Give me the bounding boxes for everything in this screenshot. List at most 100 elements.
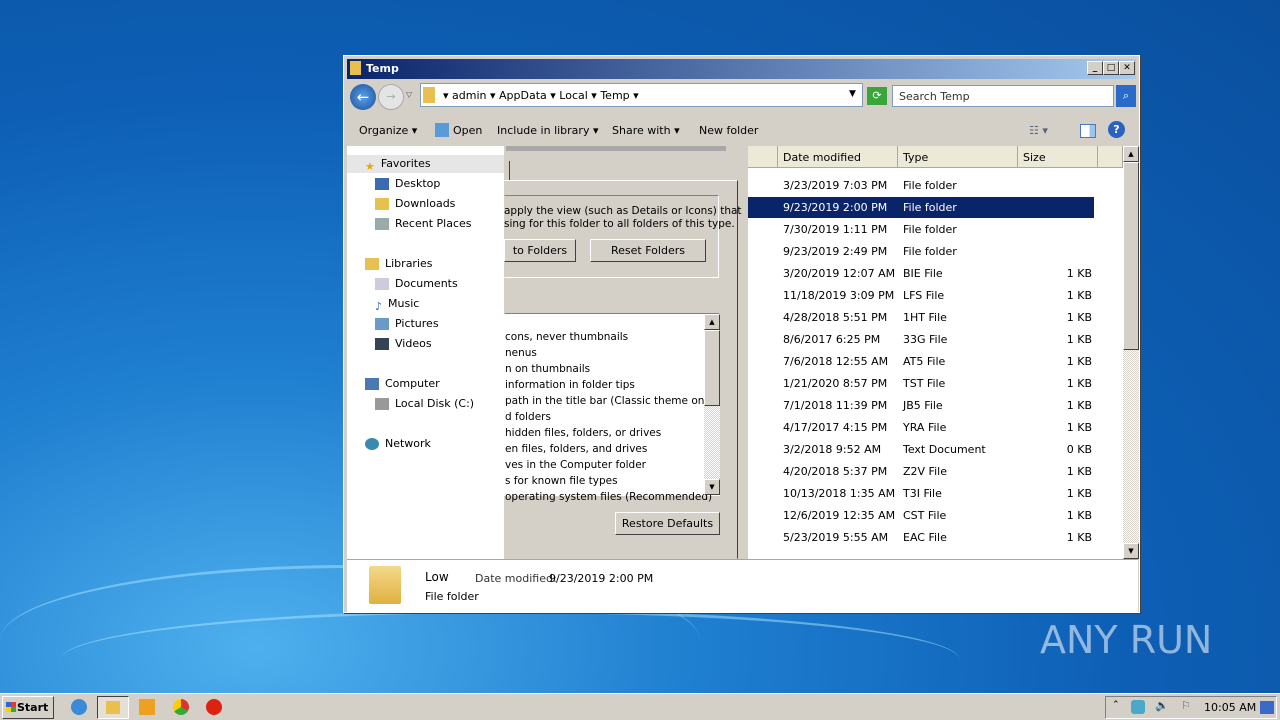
reset-folders-button[interactable]: Reset Folders bbox=[590, 239, 706, 262]
media-player-icon[interactable] bbox=[139, 699, 155, 715]
scroll-up-button[interactable]: ▲ bbox=[704, 314, 720, 330]
advanced-setting-item[interactable]: hidden files, folders, or drives bbox=[505, 427, 661, 439]
folder-views-description: sing for this folder to all folders of t… bbox=[504, 218, 735, 230]
recent-pages-dropdown[interactable]: ▽ bbox=[406, 90, 412, 99]
minimize-button[interactable]: _ bbox=[1087, 61, 1103, 75]
organize-menu[interactable]: Organize ▾ bbox=[359, 124, 417, 137]
opera-icon[interactable] bbox=[206, 699, 222, 715]
file-row[interactable]: 3/2/2018 9:52 AM Text Document 0 KB bbox=[748, 439, 1094, 460]
search-input[interactable]: Search Temp bbox=[892, 85, 1114, 107]
breadcrumb-temp[interactable]: Temp bbox=[600, 89, 629, 102]
advanced-setting-item[interactable]: s for known file types bbox=[505, 475, 618, 487]
advanced-setting-item[interactable]: nenus bbox=[505, 347, 537, 359]
explorer-taskbar-button[interactable] bbox=[97, 696, 129, 719]
file-list-scrollbar[interactable]: ▲ ▼ bbox=[1123, 146, 1139, 559]
chrome-icon[interactable] bbox=[173, 699, 189, 715]
address-bar[interactable]: ▾ admin ▾ AppData ▾ Local ▾ Temp ▾ ▼ bbox=[420, 83, 863, 107]
search-icon[interactable]: ⌕ bbox=[1116, 85, 1136, 107]
close-button[interactable]: ✕ bbox=[1119, 61, 1135, 75]
file-row[interactable]: 3/20/2019 12:07 AM BIE File 1 KB bbox=[748, 263, 1094, 284]
advanced-setting-item[interactable]: n on thumbnails bbox=[505, 363, 590, 375]
advanced-setting-item[interactable]: cons, never thumbnails bbox=[505, 331, 628, 343]
nav-network[interactable]: Network bbox=[365, 435, 431, 453]
scroll-down-button[interactable]: ▼ bbox=[704, 479, 720, 495]
preview-pane-icon[interactable] bbox=[1080, 124, 1096, 138]
new-folder-button[interactable]: New folder bbox=[699, 124, 758, 137]
views-icon[interactable]: ☷ ▾ bbox=[1029, 124, 1048, 137]
advanced-setting-item[interactable]: d folders bbox=[505, 411, 551, 423]
breadcrumb-appdata[interactable]: AppData bbox=[499, 89, 547, 102]
forward-button[interactable]: → bbox=[378, 84, 404, 110]
show-desktop-icon[interactable] bbox=[1260, 701, 1274, 714]
file-row[interactable]: 9/23/2019 2:49 PM File folder bbox=[748, 241, 1094, 262]
system-tray: ⌃ 🔈 ⚐ 10:05 AM bbox=[1105, 696, 1277, 719]
file-size: 0 KB bbox=[1066, 443, 1092, 456]
advanced-setting-item[interactable]: operating system files (Recommended) bbox=[505, 491, 712, 503]
file-row[interactable]: 4/20/2018 5:37 PM Z2V File 1 KB bbox=[748, 461, 1094, 482]
settings-scrollbar[interactable]: ▲ ▼ bbox=[704, 314, 720, 495]
share-with-menu[interactable]: Share with ▾ bbox=[612, 124, 680, 137]
folder-icon bbox=[423, 87, 435, 103]
scroll-down-button[interactable]: ▼ bbox=[1123, 543, 1139, 559]
file-row[interactable]: 12/6/2019 12:35 AM CST File 1 KB bbox=[748, 505, 1094, 526]
help-icon[interactable]: ? bbox=[1108, 121, 1125, 138]
nav-favorites[interactable]: ★ Favorites bbox=[347, 155, 504, 173]
advanced-setting-item[interactable]: ves in the Computer folder bbox=[505, 459, 646, 471]
column-header-date-modified[interactable]: Date modified bbox=[778, 146, 898, 168]
scroll-up-button[interactable]: ▲ bbox=[1123, 146, 1139, 162]
restore-defaults-button[interactable]: Restore Defaults bbox=[615, 512, 720, 535]
file-row[interactable]: 7/6/2018 12:55 AM AT5 File 1 KB bbox=[748, 351, 1094, 372]
nav-music[interactable]: ♪ Music bbox=[375, 295, 419, 313]
column-header-name[interactable] bbox=[748, 146, 778, 168]
nav-downloads[interactable]: Downloads bbox=[375, 195, 455, 213]
open-button[interactable]: Open bbox=[453, 124, 482, 137]
nav-local-disk[interactable]: Local Disk (C:) bbox=[375, 395, 474, 413]
scroll-thumb[interactable] bbox=[1123, 162, 1139, 350]
nav-desktop[interactable]: Desktop bbox=[375, 175, 440, 193]
file-list: Date modified Type Size 3/23/2019 7:03 P… bbox=[748, 146, 1123, 559]
show-hidden-icons[interactable]: ⌃ bbox=[1112, 700, 1120, 710]
file-row[interactable]: 1/21/2020 8:57 PM TST File 1 KB bbox=[748, 373, 1094, 394]
file-row[interactable]: 3/23/2019 7:03 PM File folder bbox=[748, 175, 1094, 196]
file-row[interactable]: 5/23/2019 5:55 AM EAC File 1 KB bbox=[748, 527, 1094, 548]
advanced-settings-list[interactable]: cons, never thumbnails nenus n on thumbnai… bbox=[504, 313, 720, 503]
column-header-size[interactable]: Size bbox=[1018, 146, 1098, 168]
file-row[interactable]: 4/17/2017 4:15 PM YRA File 1 KB bbox=[748, 417, 1094, 438]
file-row[interactable]: 7/1/2018 11:39 PM JB5 File 1 KB bbox=[748, 395, 1094, 416]
clock[interactable]: 10:05 AM bbox=[1204, 701, 1256, 714]
nav-computer[interactable]: Computer bbox=[365, 375, 440, 393]
address-dropdown[interactable]: ▼ bbox=[849, 89, 856, 99]
details-name: Low bbox=[425, 570, 449, 584]
refresh-icon[interactable]: ⟳ bbox=[867, 87, 887, 105]
nav-libraries[interactable]: Libraries bbox=[365, 255, 433, 273]
title-bar[interactable]: Temp _ □ ✕ bbox=[347, 59, 1136, 79]
apply-to-folders-button[interactable]: to Folders bbox=[504, 239, 576, 262]
file-row[interactable]: 11/18/2019 3:09 PM LFS File 1 KB bbox=[748, 285, 1094, 306]
volume-icon[interactable]: 🔈 bbox=[1155, 699, 1169, 712]
file-row[interactable]: 8/6/2017 6:25 PM 33G File 1 KB bbox=[748, 329, 1094, 350]
action-center-flag-icon[interactable]: ⚐ bbox=[1181, 699, 1191, 712]
maximize-button[interactable]: □ bbox=[1103, 61, 1119, 75]
advanced-setting-item[interactable]: en files, folders, and drives bbox=[505, 443, 647, 455]
breadcrumb-local[interactable]: Local bbox=[559, 89, 588, 102]
include-in-library-menu[interactable]: Include in library ▾ bbox=[497, 124, 598, 137]
breadcrumb: ▾ admin ▾ AppData ▾ Local ▾ Temp ▾ bbox=[443, 89, 639, 102]
file-row[interactable]: 9/23/2019 2:00 PM File folder bbox=[748, 197, 1094, 218]
column-header-type[interactable]: Type bbox=[898, 146, 1018, 168]
nav-pictures[interactable]: Pictures bbox=[375, 315, 439, 333]
nav-videos[interactable]: Videos bbox=[375, 335, 432, 353]
file-row[interactable]: 7/30/2019 1:11 PM File folder bbox=[748, 219, 1094, 240]
scroll-thumb[interactable] bbox=[704, 330, 720, 406]
nav-documents[interactable]: Documents bbox=[375, 275, 458, 293]
nav-recent-places[interactable]: Recent Places bbox=[375, 215, 472, 233]
network-icon[interactable] bbox=[1131, 700, 1145, 714]
file-date: 5/23/2019 5:55 AM bbox=[783, 531, 889, 544]
start-button[interactable]: Start bbox=[2, 696, 54, 719]
advanced-setting-item[interactable]: path in the title bar (Classic theme onl… bbox=[505, 395, 718, 407]
back-button[interactable]: ← bbox=[350, 84, 376, 110]
ie-icon[interactable] bbox=[71, 699, 87, 715]
advanced-setting-item[interactable]: information in folder tips bbox=[505, 379, 635, 391]
breadcrumb-admin[interactable]: admin bbox=[452, 89, 486, 102]
file-row[interactable]: 4/28/2018 5:51 PM 1HT File 1 KB bbox=[748, 307, 1094, 328]
file-row[interactable]: 10/13/2018 1:35 AM T3I File 1 KB bbox=[748, 483, 1094, 504]
